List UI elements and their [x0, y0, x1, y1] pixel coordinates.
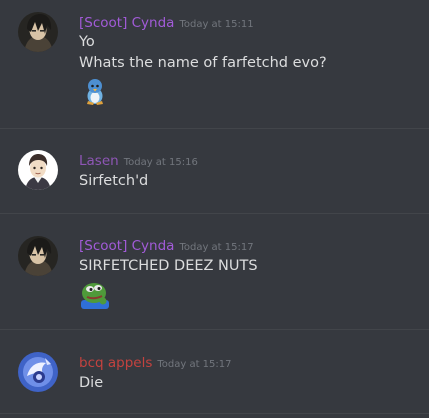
avatar-image [18, 150, 58, 190]
author-name[interactable]: [Scoot] Cynda [79, 14, 174, 32]
message-timestamp: Today at 15:17 [157, 359, 232, 370]
author-name[interactable]: [Scoot] Cynda [79, 237, 174, 255]
message-timestamp: Today at 15:17 [179, 242, 254, 253]
message-text: Die [79, 375, 104, 391]
avatar[interactable] [18, 150, 58, 190]
avatar-image [18, 236, 58, 276]
pepe-emoji [79, 278, 111, 310]
author-name[interactable]: Lasen [79, 152, 119, 170]
message-divider [0, 329, 429, 330]
avatar-image [18, 352, 58, 392]
chat-messages: [Scoot] Cynda Today at 15:11 Yo Whats the… [0, 0, 429, 418]
message-text: SIRFETCHED DEEZ NUTS [79, 258, 258, 274]
message-timestamp: Today at 15:16 [123, 157, 198, 168]
message-text: Yo [79, 34, 95, 50]
message-divider [0, 413, 429, 414]
message-text: Sirfetch'd [79, 173, 149, 189]
message-divider [0, 213, 429, 214]
avatar[interactable] [18, 352, 58, 392]
avatar[interactable] [18, 12, 58, 52]
avatar[interactable] [18, 236, 58, 276]
avatar-image [18, 12, 58, 52]
message-divider [0, 128, 429, 129]
message-timestamp: Today at 15:11 [179, 19, 254, 30]
message-text: Whats the name of farfetchd evo? [79, 55, 327, 71]
author-name[interactable]: bcq appels [79, 354, 152, 372]
piplup-emoji [79, 75, 111, 107]
